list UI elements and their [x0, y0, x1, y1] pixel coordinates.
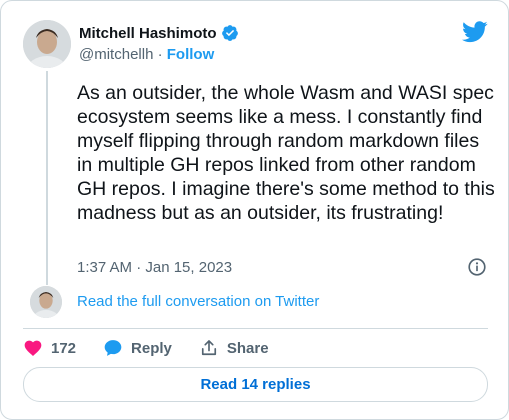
- info-icon[interactable]: [466, 256, 488, 278]
- divider: [23, 328, 488, 329]
- heart-icon: [24, 340, 42, 356]
- handle-separator: ·: [153, 46, 167, 63]
- conversation-avatar[interactable]: [30, 286, 62, 318]
- author-name[interactable]: Mitchell Hashimoto: [79, 25, 217, 42]
- author-handle-row: @mitchellh · Follow: [79, 46, 214, 63]
- share-icon: [201, 340, 216, 356]
- reply-bubble-icon: [104, 340, 122, 356]
- tweet-card: Mitchell Hashimoto @mitchellh · Follow A…: [0, 0, 509, 420]
- like-count: 172: [51, 339, 77, 357]
- author-name-row: Mitchell Hashimoto: [79, 23, 239, 43]
- tweet-timestamp[interactable]: 1:37 AM · Jan 15, 2023: [77, 259, 232, 276]
- tweet-actions: 172 Reply Share: [23, 337, 296, 359]
- verified-badge-icon: [221, 24, 239, 42]
- tweet-text: As an outsider, the whole Wasm and WASI …: [77, 82, 495, 224]
- read-full-conversation-link[interactable]: Read the full conversation on Twitter: [77, 293, 319, 310]
- author-handle[interactable]: @mitchellh: [79, 46, 153, 63]
- author-avatar[interactable]: [23, 20, 71, 68]
- read-replies-button[interactable]: Read 14 replies: [23, 367, 488, 402]
- share-label: Share: [226, 339, 269, 357]
- like-button[interactable]: 172: [23, 338, 76, 358]
- reply-label: Reply: [131, 339, 172, 357]
- share-button[interactable]: Share: [199, 338, 269, 358]
- thread-line: [46, 71, 48, 285]
- follow-button[interactable]: Follow: [167, 46, 215, 63]
- twitter-bird-icon[interactable]: [462, 21, 488, 43]
- reply-button[interactable]: Reply: [103, 338, 172, 358]
